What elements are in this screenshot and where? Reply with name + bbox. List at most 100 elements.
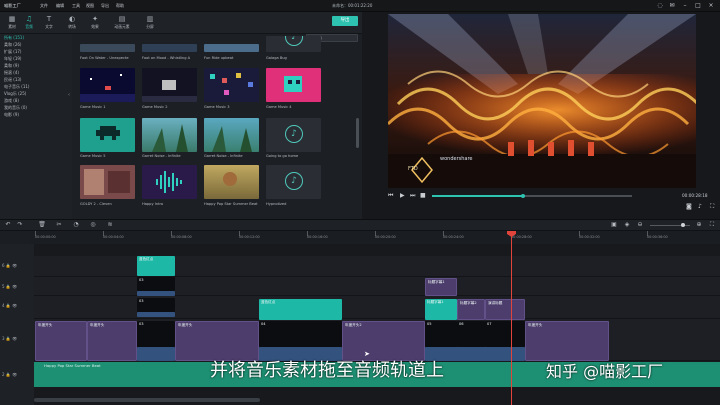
play-icon[interactable]: ▶	[400, 191, 405, 201]
timeline-clip[interactable]: 05	[425, 321, 457, 347]
timeline-clip[interactable]: 标题字幕2	[457, 299, 485, 320]
media-thumbnail[interactable]	[204, 118, 259, 152]
timeline-clip[interactable]: 蓝色红点	[137, 256, 175, 276]
tab-split-screen[interactable]: ▥ 分屏	[139, 14, 161, 32]
render-icon[interactable]: ▣	[610, 220, 618, 230]
maximize-icon[interactable]: □	[694, 2, 702, 10]
stop-icon[interactable]: ■	[420, 191, 426, 201]
ruler-label: 00:00:04:00	[103, 235, 124, 239]
tab-text[interactable]: T 文字	[38, 14, 60, 32]
tab-effects[interactable]: ✦ 效果	[84, 14, 106, 32]
timeline-clip[interactable]: 年度开头	[525, 321, 609, 361]
game-thumbnail-art	[80, 74, 135, 102]
menu-help[interactable]: 帮助	[116, 2, 124, 10]
timeline-clip[interactable]: 标题字幕1	[425, 299, 457, 320]
media-thumbnail[interactable]	[142, 44, 197, 52]
menu-view[interactable]: 视图	[86, 2, 94, 10]
menu-file[interactable]: 文件	[40, 2, 48, 10]
playback-bar: ⏮ ▶ ⏭ ■	[388, 191, 696, 201]
playhead[interactable]	[511, 232, 512, 405]
volume-icon[interactable]: ♪	[698, 203, 702, 210]
timeline-clip[interactable]: 07	[485, 321, 525, 347]
step-forward-icon[interactable]: ⏭	[410, 191, 415, 201]
category-all[interactable]: 所有 (151)	[4, 34, 64, 41]
timeline-clip[interactable]: 年度开头	[175, 321, 259, 361]
delete-icon[interactable]: 🗑	[38, 220, 46, 230]
category-item[interactable]: 电子音乐 (11)	[4, 83, 64, 90]
marker-icon[interactable]: ◈	[623, 220, 631, 230]
category-item[interactable]: 我的音乐 (0)	[4, 104, 64, 111]
timeline-scrollbar[interactable]	[34, 398, 260, 402]
category-item[interactable]: 柔和 (26)	[4, 41, 64, 48]
media-thumbnail[interactable]	[80, 118, 135, 152]
mail-icon[interactable]: ✉	[668, 2, 676, 10]
media-thumbnail[interactable]	[80, 44, 135, 52]
timeline-clip[interactable]: 演讲标题	[485, 299, 525, 320]
category-item[interactable]: 民谣 (13)	[4, 76, 64, 83]
menu-tools[interactable]: 工具	[72, 2, 80, 10]
close-icon[interactable]: ×	[707, 2, 715, 10]
zoom-out-icon[interactable]: ⊖	[636, 220, 644, 230]
library-scrollbar[interactable]	[356, 118, 359, 148]
color-icon[interactable]: ◎	[89, 220, 97, 230]
category-item[interactable]: 扩展 (17)	[4, 48, 64, 55]
timeline-clip[interactable]: 蓝色红点	[259, 299, 342, 320]
collapse-chevron-icon[interactable]: ‹	[68, 92, 70, 98]
media-thumbnail[interactable]: ♪	[266, 36, 321, 52]
category-item[interactable]: Vlog乐 (25)	[4, 90, 64, 97]
music-note-icon: ♪	[285, 125, 303, 143]
export-button[interactable]: 导出	[332, 16, 358, 26]
speed-icon[interactable]: ◔	[72, 220, 80, 230]
user-icon[interactable]: ◌	[656, 2, 664, 10]
minimize-icon[interactable]: –	[681, 2, 689, 10]
media-label: Game Music 2	[142, 105, 168, 109]
category-item[interactable]: 电影 (9)	[4, 111, 64, 118]
media-thumbnail[interactable]	[142, 68, 197, 102]
category-item[interactable]: 游戏 (8)	[4, 97, 64, 104]
media-thumbnail[interactable]	[80, 68, 135, 102]
media-label: Garret Noise - Infinite	[142, 154, 181, 158]
timeline-clip[interactable]: 03	[137, 277, 175, 291]
tab-transitions[interactable]: ◐ 转场	[61, 14, 83, 32]
zoom-handle[interactable]	[681, 223, 685, 227]
fullscreen-icon[interactable]: ⛶	[710, 203, 714, 211]
preview-scrubber[interactable]	[432, 195, 632, 197]
media-thumbnail[interactable]	[204, 165, 259, 199]
media-thumbnail[interactable]: ♪	[266, 118, 321, 152]
timeline-clip[interactable]: 03	[137, 298, 175, 312]
media-thumbnail[interactable]	[142, 118, 197, 152]
timeline-ruler[interactable]: 00:00:00:00 00:00:04:00 00:00:08:00 00:00:1…	[30, 231, 720, 244]
step-back-icon[interactable]: ⏮	[388, 191, 393, 201]
game-thumbnail-art	[210, 73, 253, 95]
media-label: Game Music 5	[80, 154, 106, 158]
category-item[interactable]: 年轻 (19)	[4, 55, 64, 62]
audio-mix-icon[interactable]: ≋	[106, 220, 114, 230]
menu-edit[interactable]: 编辑	[56, 2, 64, 10]
timeline-clip[interactable]: 04	[259, 321, 342, 347]
timeline-clip[interactable]: 03	[137, 321, 175, 347]
media-thumbnail[interactable]	[142, 165, 197, 199]
menu-export[interactable]: 导出	[101, 2, 109, 10]
media-thumbnail[interactable]: ♪	[266, 165, 321, 199]
tab-elements[interactable]: ▤ 动画元素	[111, 14, 133, 32]
timeline-clip[interactable]: 年度开头	[87, 321, 137, 361]
undo-icon[interactable]: ↶	[4, 220, 12, 230]
media-thumbnail[interactable]	[204, 68, 259, 102]
media-thumbnail[interactable]	[80, 165, 135, 199]
cut-icon[interactable]: ✂	[55, 220, 63, 230]
category-item[interactable]: 摇滚 (4)	[4, 69, 64, 76]
media-thumbnail[interactable]	[266, 68, 321, 102]
media-thumbnail[interactable]	[204, 44, 259, 52]
fit-icon[interactable]: ⛶	[708, 220, 716, 230]
timeline-clip[interactable]: 标题字幕1	[425, 278, 457, 296]
tab-audio[interactable]: ♫ 音频	[18, 14, 40, 32]
scrubber-handle[interactable]	[521, 194, 525, 198]
timeline-clip[interactable]: 年度开头2	[342, 321, 425, 361]
zoom-in-icon[interactable]: ⊕	[695, 220, 703, 230]
redo-icon[interactable]: ↷	[16, 220, 24, 230]
timeline-clip[interactable]: 年度开头	[35, 321, 87, 361]
category-item[interactable]: 柔和 (9)	[4, 62, 64, 69]
snapshot-icon[interactable]: ◙	[686, 203, 692, 210]
palm-thumbnail-art	[152, 124, 188, 152]
timeline-clip[interactable]: 06	[457, 321, 485, 347]
